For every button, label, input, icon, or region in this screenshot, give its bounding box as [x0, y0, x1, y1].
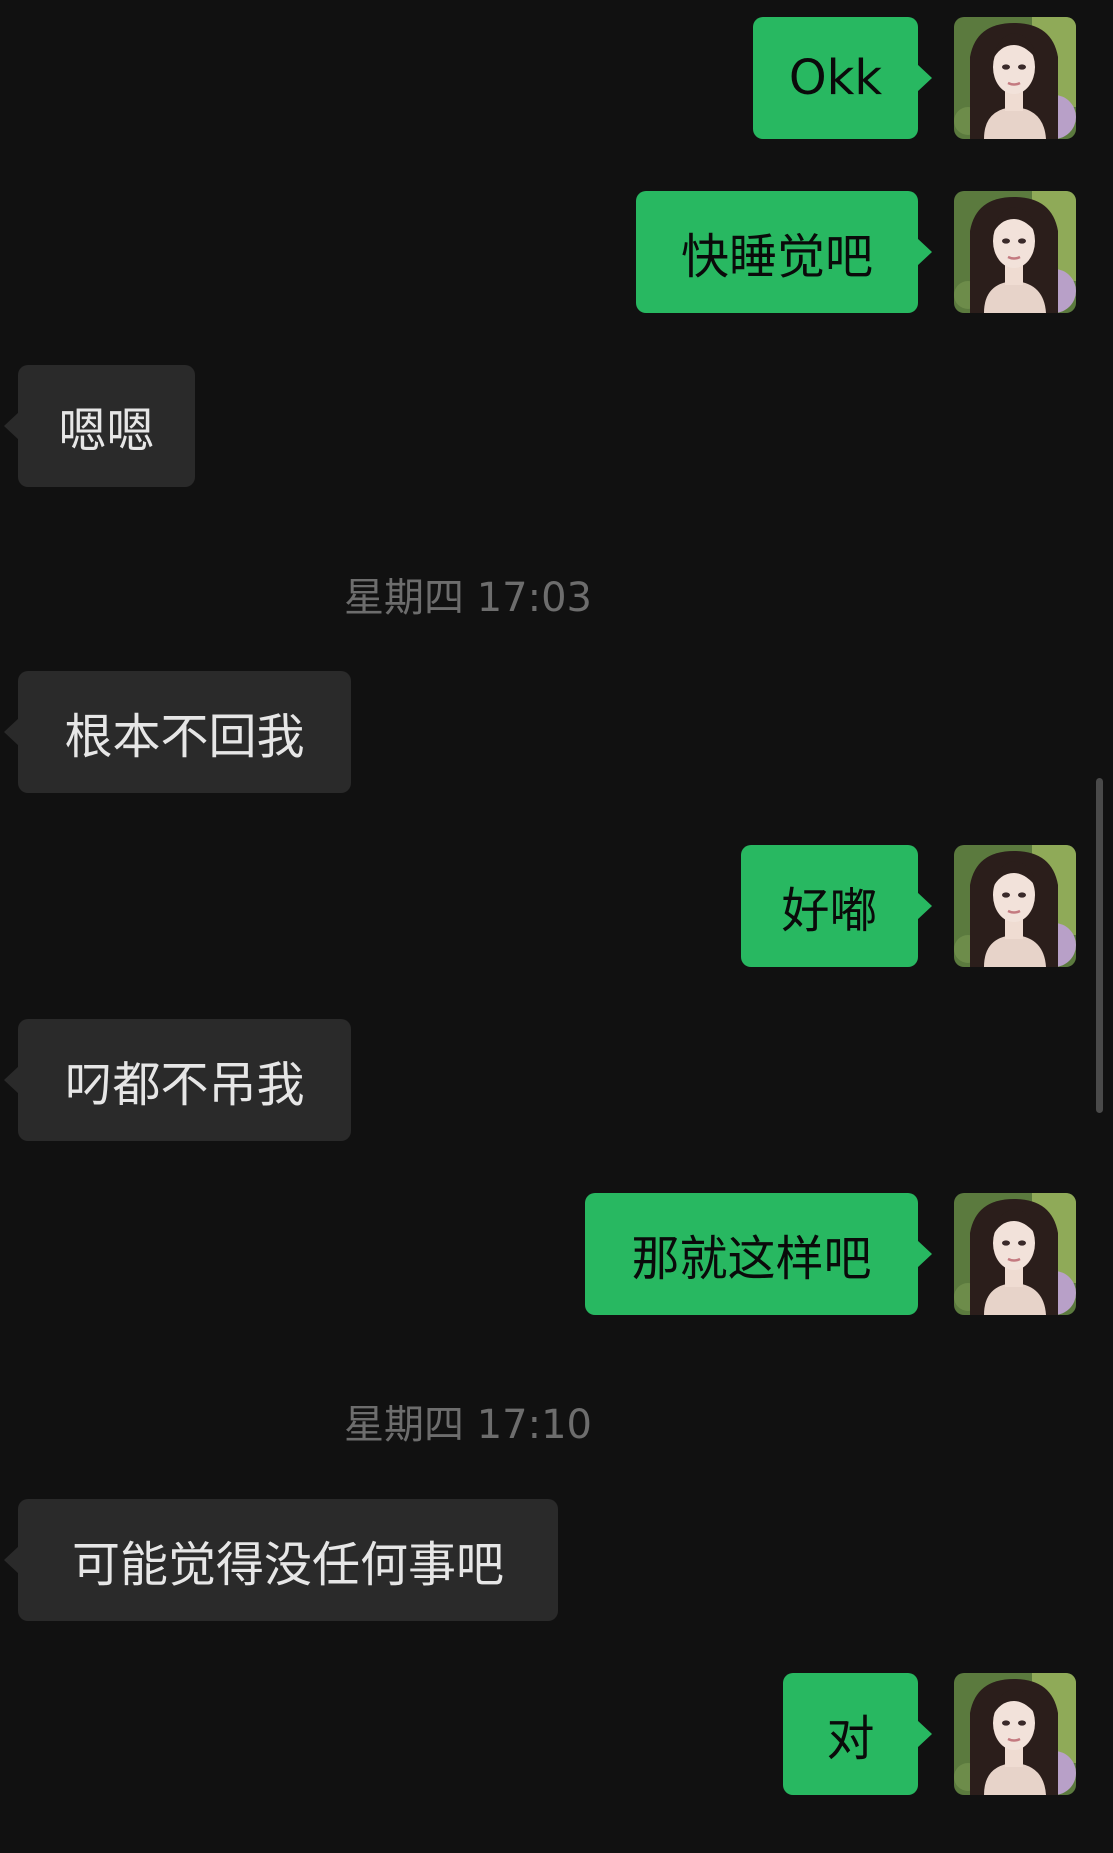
message-bubble-incoming[interactable]: 嗯嗯: [4, 365, 195, 487]
message-row-outgoing: 好嘟: [0, 845, 1113, 967]
message-bubble-outgoing[interactable]: 好嘟: [741, 845, 932, 967]
message-row-incoming: 嗯嗯: [0, 365, 1113, 487]
message-bubble-outgoing[interactable]: 快睡觉吧: [636, 191, 932, 313]
message-bubble-outgoing[interactable]: 对: [783, 1673, 932, 1795]
user-avatar-icon[interactable]: [954, 1673, 1076, 1795]
message-row-outgoing: 快睡觉吧: [0, 191, 1113, 313]
message-bubble-incoming[interactable]: 可能觉得没任何事吧: [4, 1499, 558, 1621]
message-bubble-outgoing[interactable]: Okk: [753, 17, 932, 139]
message-row-incoming: 根本不回我: [0, 671, 1113, 793]
message-row-incoming: 可能觉得没任何事吧: [0, 1499, 1113, 1621]
message-bubble-outgoing[interactable]: 那就这样吧: [585, 1193, 932, 1315]
chat-message-list[interactable]: Okk 快睡觉吧 嗯嗯 星期四 17:03 根本不回我 好嘟 叼都不吊我 那就这…: [0, 0, 1113, 1853]
message-bubble-incoming[interactable]: 根本不回我: [4, 671, 351, 793]
user-avatar-icon[interactable]: [954, 1193, 1076, 1315]
timestamp: 星期四 17:03: [344, 575, 592, 621]
timestamp: 星期四 17:10: [344, 1402, 592, 1448]
message-row-incoming: 叼都不吊我: [0, 1019, 1113, 1141]
user-avatar-icon[interactable]: [954, 17, 1076, 139]
message-row-outgoing: 那就这样吧: [0, 1193, 1113, 1315]
message-row-outgoing: 对: [0, 1673, 1113, 1795]
message-bubble-incoming[interactable]: 叼都不吊我: [4, 1019, 351, 1141]
user-avatar-icon[interactable]: [954, 191, 1076, 313]
user-avatar-icon[interactable]: [954, 845, 1076, 967]
message-row-outgoing: Okk: [0, 17, 1113, 139]
scrollbar[interactable]: [1096, 778, 1103, 1113]
